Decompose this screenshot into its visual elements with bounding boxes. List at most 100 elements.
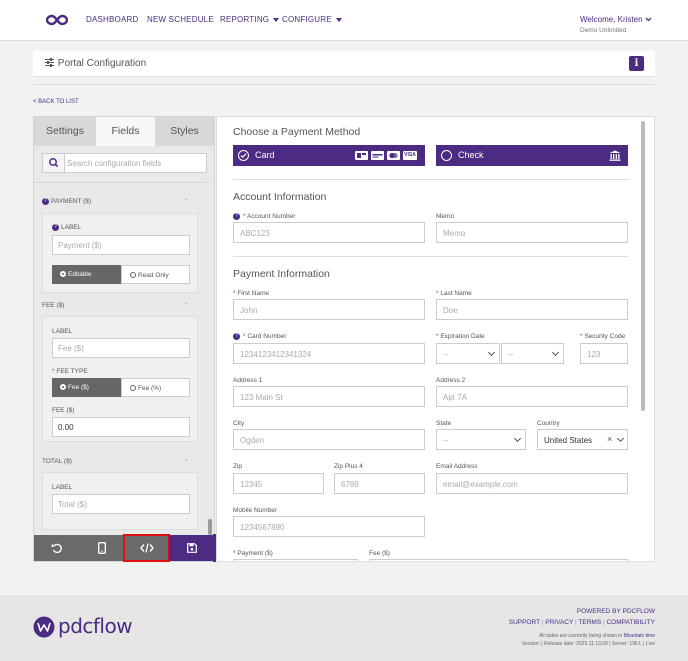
address1-input[interactable]: 123 Main St <box>233 386 425 407</box>
scrollbar-thumb[interactable] <box>641 121 645 411</box>
chevron-down-icon <box>551 348 560 357</box>
chevron-down-icon <box>645 17 652 22</box>
payment-info-heading: Payment Information <box>233 268 330 280</box>
expiration-date-label: * Expiration Date <box>436 333 485 340</box>
collapse-icon[interactable]: - <box>185 195 188 204</box>
section-title-total[interactable]: TOTAL ($) <box>42 458 72 465</box>
section-title-fee[interactable]: FEE ($) <box>42 302 64 309</box>
country-label: Country <box>537 420 560 427</box>
code-icon <box>139 543 154 553</box>
security-code-input[interactable]: 123 <box>580 343 628 364</box>
visa-icon: VISA <box>403 151 417 160</box>
clear-icon[interactable]: × <box>607 434 612 444</box>
timezone-link[interactable]: Mountain time <box>624 633 655 639</box>
collapse-icon[interactable]: - <box>185 455 188 464</box>
country-select[interactable]: United States × <box>537 429 628 450</box>
page-header: Portal Configuration i <box>33 51 655 77</box>
fee-dollar-option[interactable]: Fee ($) <box>52 378 121 397</box>
editable-option[interactable]: Editable <box>52 265 121 284</box>
nav-dashboard[interactable]: DASHBOARD <box>86 15 138 24</box>
help-icon[interactable]: ? <box>233 333 240 340</box>
code-view-button[interactable] <box>123 534 170 562</box>
card-number-input[interactable]: 1234123412341324 <box>233 343 425 364</box>
check-circle-icon <box>238 150 249 161</box>
chevron-down-icon <box>513 434 522 443</box>
nav-reporting[interactable]: REPORTING <box>220 15 280 24</box>
amex-card-icon <box>371 151 384 160</box>
save-button[interactable] <box>169 535 214 561</box>
mobile-preview-button[interactable] <box>79 535 124 561</box>
info-button[interactable]: i <box>629 56 644 71</box>
nav-configure[interactable]: CONFIGURE <box>282 15 342 24</box>
chevron-down-icon <box>616 434 625 443</box>
last-name-input[interactable]: Doe <box>436 299 628 320</box>
user-menu[interactable]: Welcome, Kristen <box>580 15 652 24</box>
config-tabs: Settings Fields Styles <box>34 117 214 146</box>
compatibility-link[interactable]: COMPATIBILITY <box>606 619 655 626</box>
card-number-label: ? * Card Number <box>233 333 286 340</box>
fee-display-input[interactable] <box>369 559 628 561</box>
zip4-input[interactable]: 6789 <box>334 473 425 494</box>
read-only-option[interactable]: Read Only <box>121 265 190 284</box>
help-icon[interactable]: ? <box>233 213 240 220</box>
scrollbar[interactable] <box>207 182 213 534</box>
check-method-label: Check <box>458 150 484 160</box>
check-method-button[interactable]: Check <box>436 145 628 166</box>
scrollbar-thumb[interactable] <box>208 519 212 535</box>
fee-amount-input[interactable]: 0.00 <box>52 417 190 437</box>
expiration-month-select[interactable]: -- <box>436 343 500 364</box>
support-link[interactable]: SUPPORT <box>509 619 540 626</box>
email-input[interactable]: email@example.com <box>436 473 628 494</box>
back-to-list-link[interactable]: < BACK TO LIST <box>33 99 79 105</box>
portal-preview: Choose a Payment Method Card VISA Check … <box>216 116 655 562</box>
tab-fields[interactable]: Fields <box>96 117 155 146</box>
card-method-button[interactable]: Card VISA <box>233 145 425 166</box>
section-title-payment[interactable]: ? PAYMENT ($) <box>42 198 91 205</box>
mobile-icon <box>97 542 106 554</box>
chevron-down-icon <box>335 17 342 22</box>
radio-empty-icon <box>130 385 136 392</box>
top-navigation-bar: DASHBOARD NEW SCHEDULE REPORTING CONFIGU… <box>0 0 688 41</box>
zip-input[interactable]: 12345 <box>233 473 324 494</box>
state-select[interactable]: -- <box>436 429 526 450</box>
nav-new-schedule[interactable]: NEW SCHEDULE <box>147 15 214 24</box>
privacy-link[interactable]: PRIVACY <box>545 619 573 626</box>
help-icon[interactable]: ? <box>52 224 59 231</box>
bank-icon <box>609 150 621 161</box>
timezone-note: All dates are currently being shown in M… <box>539 633 655 639</box>
city-input[interactable]: Ogden <box>233 429 425 450</box>
fee-percent-option[interactable]: Fee (%) <box>121 378 190 397</box>
radio-empty-icon <box>130 272 136 279</box>
pdcflow-logo-text: pdcflow <box>58 614 133 638</box>
mobile-input[interactable]: 1234567890 <box>233 516 425 537</box>
memo-input[interactable]: Memo <box>436 222 628 243</box>
expiration-year-select[interactable]: -- <box>501 343 564 364</box>
search-icon[interactable] <box>43 154 65 172</box>
configuration-panel: Settings Fields Styles ?PAYMENT ($) - ?L… <box>33 116 215 562</box>
account-number-input[interactable]: ABC123 <box>233 222 425 243</box>
welcome-text: Welcome, Kristen <box>580 15 643 24</box>
save-icon <box>186 543 197 553</box>
address2-label: Address 2 <box>436 377 466 384</box>
terms-link[interactable]: TERMS <box>578 619 601 626</box>
undo-icon <box>51 543 62 554</box>
infinity-icon[interactable] <box>46 14 68 26</box>
powered-by: POWERED BY PDCFLOW <box>576 608 655 615</box>
label-title: ? LABEL <box>52 224 81 231</box>
fee-amount-title: FEE ($) <box>52 407 75 414</box>
tab-settings[interactable]: Settings <box>34 117 96 146</box>
account-info-heading: Account Information <box>233 191 327 203</box>
fee-label-input[interactable]: Fee ($) <box>52 338 190 358</box>
collapse-icon[interactable]: - <box>185 299 188 308</box>
last-name-label: * Last Name <box>436 290 472 297</box>
tab-styles[interactable]: Styles <box>155 117 214 146</box>
payment-label-input[interactable]: Payment ($) <box>52 235 190 255</box>
payment-amount-input[interactable] <box>233 559 358 561</box>
search-input[interactable] <box>67 154 205 172</box>
undo-button[interactable] <box>34 535 79 561</box>
radio-empty-icon <box>441 150 452 161</box>
first-name-input[interactable]: John <box>233 299 425 320</box>
address2-input[interactable]: Apt 7A <box>436 386 628 407</box>
total-label-input[interactable]: Total ($) <box>52 494 190 514</box>
help-icon[interactable]: ? <box>42 198 49 205</box>
